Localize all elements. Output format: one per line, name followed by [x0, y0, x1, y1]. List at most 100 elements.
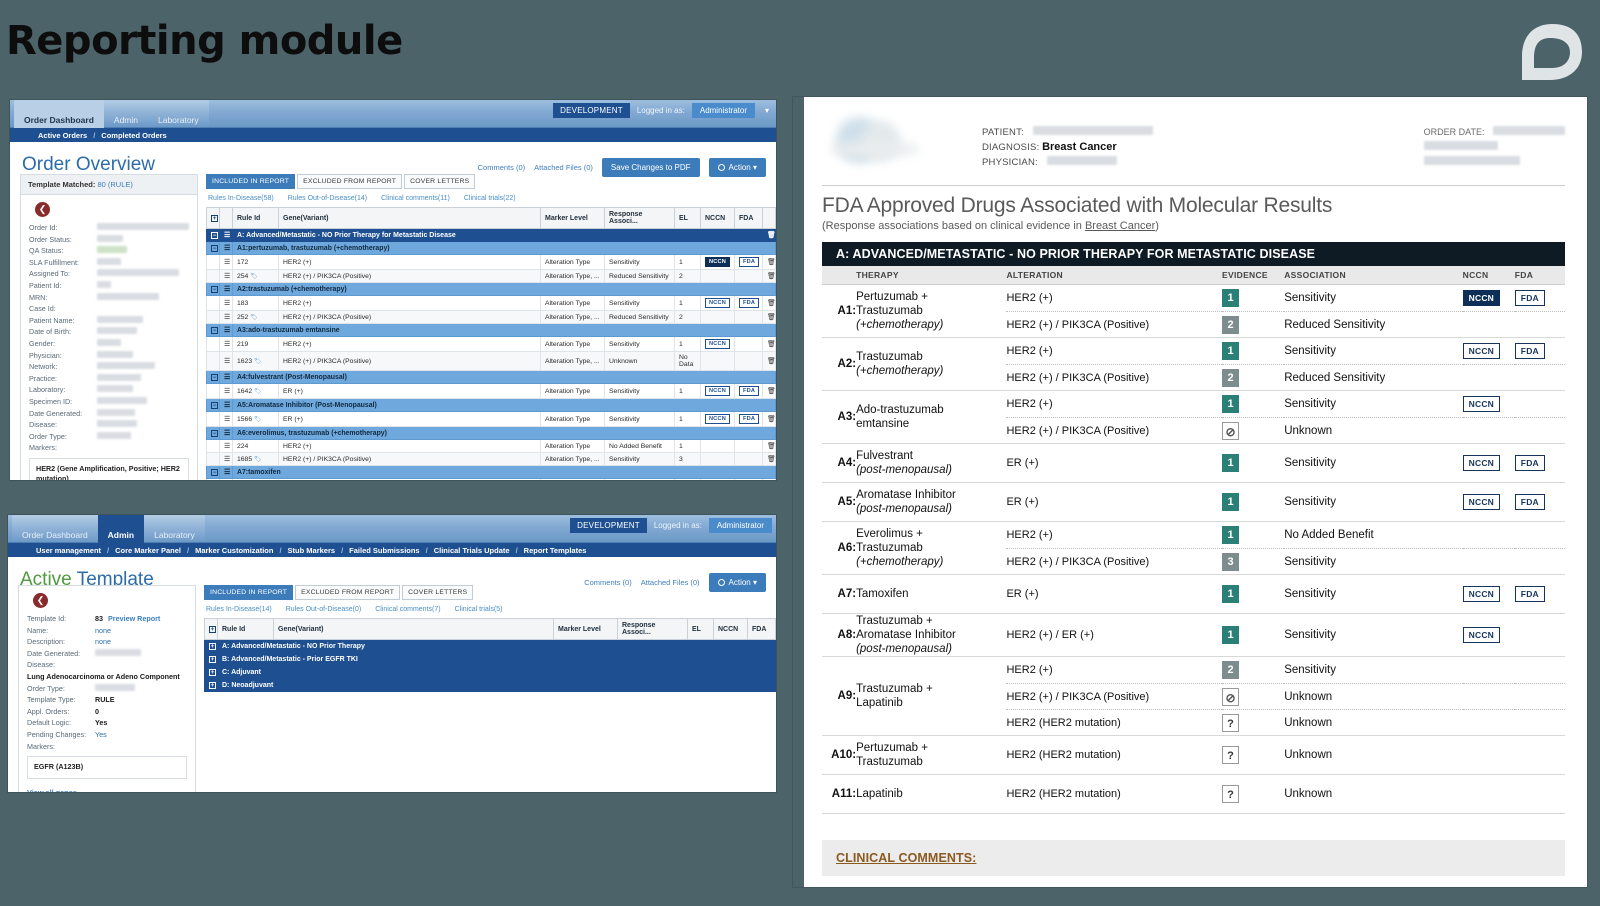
- nav-tab-order-dashboard-2[interactable]: Order Dashboard: [12, 515, 98, 543]
- nccn-badge[interactable]: NCCN: [1462, 455, 1501, 471]
- fda-cell[interactable]: FDA: [734, 478, 763, 480]
- nccn-cell[interactable]: [700, 269, 735, 283]
- template-column-header-1[interactable]: Rule Id: [217, 618, 274, 640]
- drag-handle-b[interactable]: ☰: [219, 426, 233, 440]
- nccn-cell[interactable]: [1462, 683, 1515, 709]
- fda-cell[interactable]: [734, 310, 763, 324]
- fda-cell[interactable]: FDA: [734, 383, 763, 399]
- rule-id-cell[interactable]: 254 🏷: [232, 269, 279, 283]
- row-delete-icon[interactable]: 🗑: [762, 336, 776, 352]
- rule-id-cell[interactable]: 183: [232, 295, 279, 311]
- subtab-2-3[interactable]: Clinical trials(5): [455, 606, 503, 613]
- template-column-header-5[interactable]: EL: [687, 618, 714, 640]
- fda-cell[interactable]: [1515, 391, 1565, 417]
- row-delete-icon[interactable]: 🗑: [762, 254, 776, 270]
- rule-id-cell[interactable]: 252 🏷: [232, 310, 279, 324]
- drag-handle-b[interactable]: ☰: [219, 370, 233, 384]
- row-drag-handle[interactable]: ☰: [219, 254, 233, 270]
- fda-cell[interactable]: FDA: [1514, 285, 1565, 311]
- row-drag-handle[interactable]: ☰: [219, 351, 233, 371]
- table-group-row-b[interactable]: − ☰ A1:pertuzumab, trastuzumab (+chemother…: [206, 241, 776, 255]
- table-group-row-b[interactable]: − ☰ A4:fulvestrant (Post-Menopausal): [206, 370, 776, 384]
- nccn-cell[interactable]: NCCN: [1462, 483, 1515, 521]
- subtab-2-2[interactable]: Clinical comments(7): [375, 606, 440, 613]
- rule-id-cell[interactable]: 1623 🏷: [232, 351, 279, 371]
- column-header-8[interactable]: FDA: [734, 207, 763, 229]
- table-row[interactable]: ☰ 224 HER2 (+) Alteration Type No Added Bene…: [206, 439, 776, 453]
- template-subtabs[interactable]: Rules In-Disease(14) Rules Out-of-Disease…: [206, 606, 776, 613]
- nccn-badge[interactable]: NCCN: [1462, 494, 1501, 510]
- table-row[interactable]: ☰1646 🏷ER (+)Alteration TypeSensitivity1…: [206, 478, 776, 480]
- row-drag-handle[interactable]: ☰: [219, 452, 233, 466]
- app1-subnav[interactable]: Active Orders / Completed Orders: [10, 128, 776, 142]
- collapse-icon-b[interactable]: −: [206, 323, 220, 337]
- row-delete-icon[interactable]: 🗑: [762, 295, 776, 311]
- rule-id-cell[interactable]: 224: [232, 439, 279, 453]
- column-header-0[interactable]: +: [206, 207, 220, 229]
- nccn-badge[interactable]: NCCN: [1462, 343, 1501, 359]
- nccn-cell[interactable]: NCCN: [1462, 391, 1515, 417]
- nav-tab-admin[interactable]: Admin: [103, 100, 148, 128]
- table-row[interactable]: ☰ 254 🏷 HER2 (+) / PIK3CA (Positive) Altera…: [206, 269, 776, 283]
- nccn-cell[interactable]: [1463, 522, 1515, 548]
- expand-icon[interactable]: +: [204, 652, 218, 666]
- report-segment-buttons[interactable]: INCLUDED IN REPORT EXCLUDED FROM REPORT CO…: [206, 174, 776, 189]
- nccn-cell[interactable]: [700, 452, 735, 466]
- fda-cell[interactable]: [1514, 364, 1565, 390]
- table-row[interactable]: ☰ 183 HER2 (+) Alteration Type Sensitivity 1 N…: [206, 295, 776, 311]
- table-group-row-b[interactable]: − ☰ A2:trastuzumab (+chemotherapy): [206, 282, 776, 296]
- fda-badge[interactable]: FDA: [1514, 290, 1545, 306]
- drag-handle-b[interactable]: ☰: [219, 323, 233, 337]
- segment-button-2[interactable]: COVER LETTERS: [404, 174, 476, 189]
- fda-cell[interactable]: FDA: [1514, 338, 1565, 364]
- row-delete-icon[interactable]: 🗑: [762, 383, 776, 399]
- fda-cell[interactable]: [1515, 775, 1565, 813]
- chevron-left-icon[interactable]: ❮: [35, 202, 50, 217]
- fda-cell[interactable]: [734, 351, 763, 371]
- row-drag-handle[interactable]: ☰: [219, 383, 233, 399]
- subnav-item-2[interactable]: Marker Customization: [189, 546, 279, 555]
- app2-subnav[interactable]: User management / Core Marker Panel / Marker…: [8, 543, 776, 557]
- template-column-header-3[interactable]: Marker Level: [553, 618, 618, 640]
- template-column-header-4[interactable]: Response Associ...: [617, 618, 688, 640]
- nccn-cell[interactable]: NCCN: [700, 383, 735, 399]
- nccn-cell[interactable]: NCCN: [1462, 616, 1515, 654]
- table-group-row-b[interactable]: − ☰ A7:tamoxifen: [206, 465, 776, 479]
- row-delete-icon[interactable]: 🗑: [762, 452, 776, 466]
- drag-handle-b[interactable]: ☰: [219, 282, 233, 296]
- segment-button-2-0[interactable]: INCLUDED IN REPORT: [204, 585, 294, 600]
- fda-cell[interactable]: [1514, 548, 1565, 574]
- column-header-1[interactable]: [219, 207, 233, 229]
- subtab-2-1[interactable]: Rules Out-of-Disease(0): [286, 606, 361, 613]
- template-column-header-0[interactable]: +: [204, 618, 218, 640]
- table-group-row-a[interactable]: − ☰ A: Advanced/Metastatic - NO Prior Ther…: [206, 228, 776, 242]
- fda-cell[interactable]: [1515, 736, 1565, 774]
- clinical-comments-label[interactable]: CLINICAL COMMENTS:: [836, 851, 976, 865]
- column-header-4[interactable]: Marker Level: [540, 207, 605, 229]
- fda-badge[interactable]: FDA: [1514, 494, 1545, 510]
- template-column-header-6[interactable]: NCCN: [713, 618, 748, 640]
- table-group-row-b[interactable]: − ☰ A3:ado-trastuzumab emtansine: [206, 323, 776, 337]
- fda-cell[interactable]: FDA: [1514, 575, 1565, 613]
- rule-id-cell[interactable]: 1646 🏷: [232, 478, 279, 480]
- subtab-3[interactable]: Clinical trials(22): [464, 195, 516, 202]
- fda-badge[interactable]: FDA: [1514, 455, 1545, 471]
- nccn-cell[interactable]: [1462, 709, 1515, 735]
- row-delete-icon[interactable]: 🗑: [762, 310, 776, 324]
- nccn-badge[interactable]: NCCN: [1462, 627, 1501, 643]
- drag-handle-b[interactable]: ☰: [219, 241, 233, 255]
- template-group-row[interactable]: + D: Neoadjuvant: [204, 678, 776, 692]
- table-row[interactable]: ☰ 252 🏷 HER2 (+) / PIK3CA (Positive) Altera…: [206, 310, 776, 324]
- collapse-icon-b[interactable]: −: [206, 241, 220, 255]
- subtab-0[interactable]: Rules In-Disease(58): [208, 195, 274, 202]
- segment-button-0[interactable]: INCLUDED IN REPORT: [206, 174, 296, 189]
- nccn-badge[interactable]: NCCN: [1462, 586, 1501, 602]
- row-delete-icon[interactable]: 🗑: [762, 269, 776, 283]
- column-header-7[interactable]: NCCN: [700, 207, 735, 229]
- row-drag-handle[interactable]: ☰: [219, 336, 233, 352]
- segment-button-2-1[interactable]: EXCLUDED FROM REPORT: [295, 585, 401, 600]
- nccn-cell[interactable]: NCCN: [700, 478, 735, 480]
- nccn-badge[interactable]: NCCN: [1462, 290, 1501, 306]
- table-row[interactable]: ☰ 1566 🏷 ER (+) Alteration Type Sensitivity 1…: [206, 411, 776, 427]
- nccn-cell[interactable]: NCCN: [1462, 444, 1515, 482]
